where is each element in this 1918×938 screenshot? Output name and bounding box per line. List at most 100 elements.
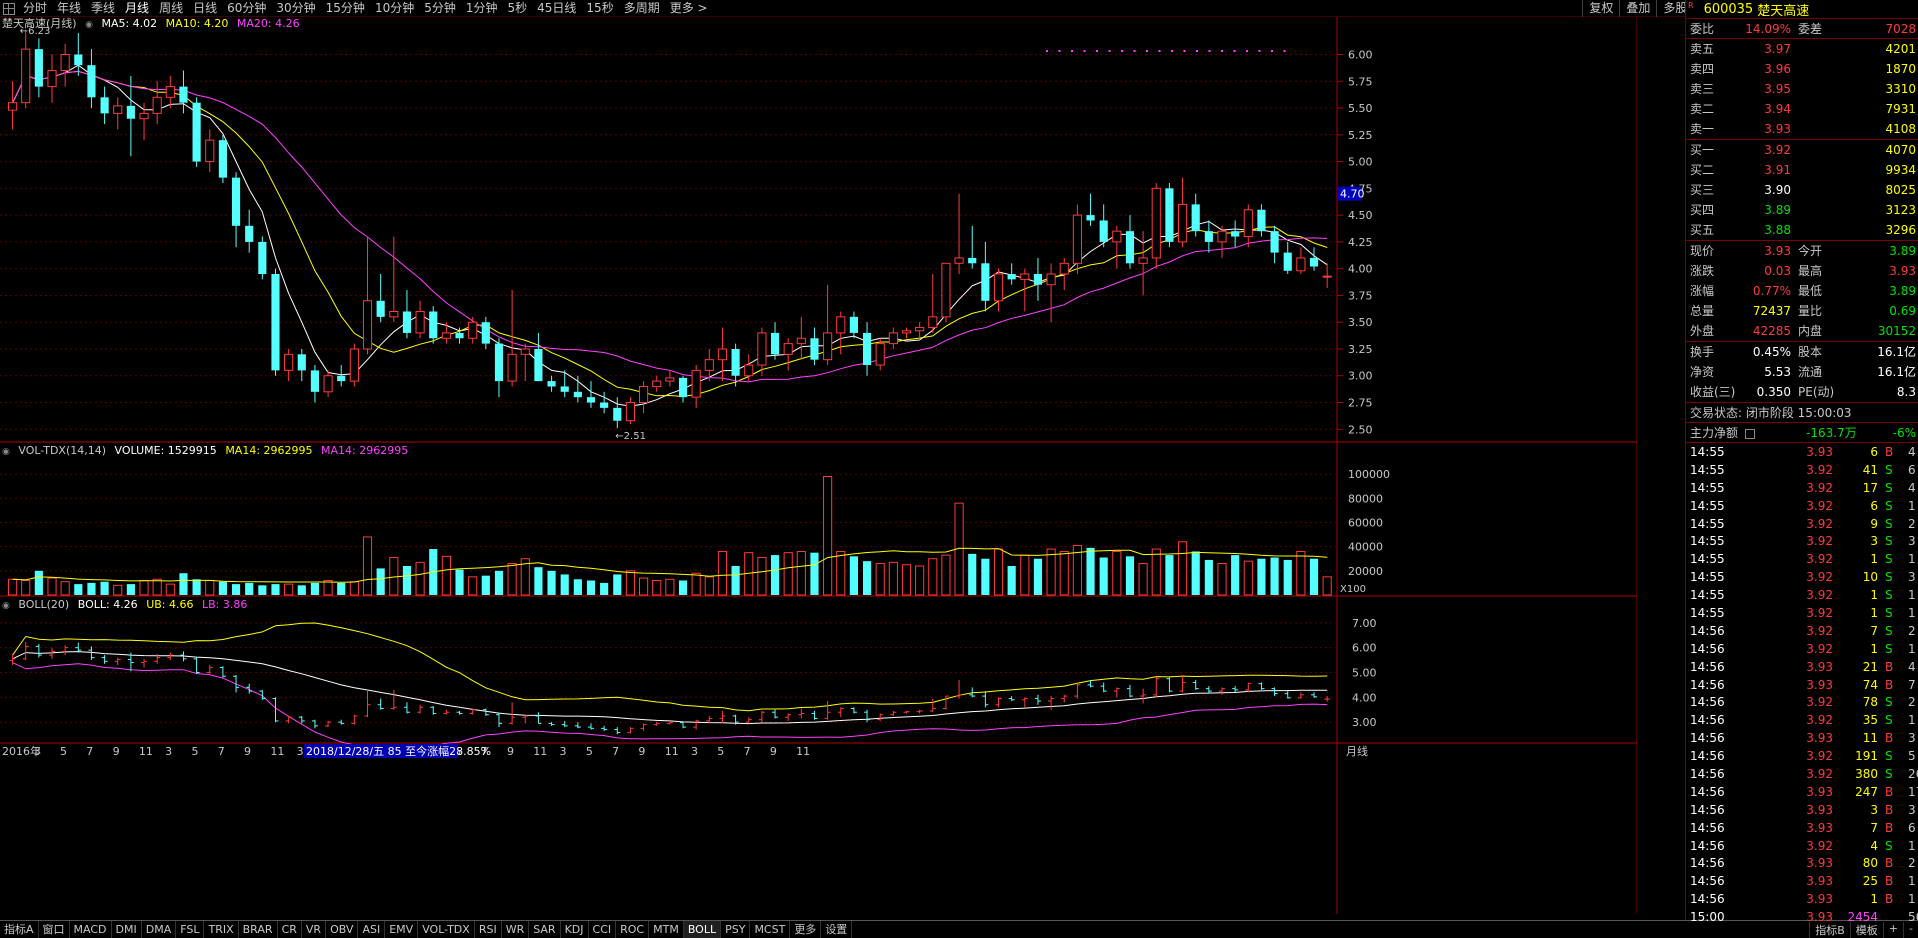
indicator-tab[interactable]: DMA xyxy=(142,921,177,938)
quote-header: R 600035 楚天高速 xyxy=(1686,0,1918,19)
indicator-tab[interactable]: MCST xyxy=(750,921,791,938)
x-axis-label: 9 xyxy=(770,745,777,758)
period-tab[interactable]: 多周期 xyxy=(619,0,665,17)
period-tab[interactable]: 60分钟 xyxy=(222,0,271,17)
settings-icon[interactable]: ◉ xyxy=(2,601,10,611)
bid-row[interactable]: 买一 3.92 4070 xyxy=(1686,140,1918,160)
indicator-tab[interactable]: VOL-TDX xyxy=(418,921,475,938)
period-tab[interactable]: 5秒 xyxy=(503,0,533,17)
bid-row[interactable]: 买三 3.90 8025 xyxy=(1686,180,1918,200)
tick-count: 3 xyxy=(1908,802,1916,817)
indicator-tab[interactable]: BRAR xyxy=(239,921,278,938)
ask-row[interactable]: 卖二 3.94 7931 xyxy=(1686,99,1918,119)
volume-bar-down xyxy=(1270,557,1279,595)
trade-status: 交易状态: 闭市阶段 15:00:03 xyxy=(1686,403,1918,423)
indicator-tab[interactable]: CCI xyxy=(589,921,617,938)
ask-row[interactable]: 卖五 3.97 4201 xyxy=(1686,39,1918,59)
indicator-tab[interactable]: SAR xyxy=(529,921,561,938)
indicator-tab[interactable]: WR xyxy=(502,921,530,938)
period-tab[interactable]: 10分钟 xyxy=(370,0,419,17)
period-tab[interactable]: 日线 xyxy=(188,0,222,17)
stat-value: 30152 xyxy=(1877,324,1916,338)
tick-volume: 7 xyxy=(1870,820,1878,835)
volume-bar-down xyxy=(981,558,990,595)
volume-bar-up xyxy=(21,579,31,596)
tick-price: 3.92 xyxy=(1806,641,1833,656)
indicator-tab[interactable]: MTM xyxy=(649,921,684,938)
indicator-tab[interactable]: RSI xyxy=(475,921,502,938)
candle-body-up xyxy=(941,262,951,318)
indicator-tab[interactable]: 指标A xyxy=(0,921,39,938)
x-axis-label: 11 xyxy=(665,745,679,758)
indicator-tab[interactable]: PSY xyxy=(721,921,751,938)
period-tab[interactable]: 30分钟 xyxy=(271,0,320,17)
toolbar-button[interactable]: 叠加 xyxy=(1619,0,1656,17)
x-axis-label: 5 xyxy=(191,745,198,758)
indicator-tab[interactable]: TRIX xyxy=(204,921,239,938)
tick-time: 14:56 xyxy=(1690,677,1725,692)
ask-book: 卖五 3.97 4201 卖四 3.96 1870 卖三 3.95 3310 卖二 3.94 7931… xyxy=(1686,39,1918,140)
boll-chart-legend: ◉ BOLL(20) BOLL: 4.26 UB: 4.66 LB: 3.86 xyxy=(2,598,252,613)
stat-label: 今开 xyxy=(1798,244,1823,258)
tick-row: 14:55 3.92 6 S 1 xyxy=(1686,497,1918,515)
indicator-tab[interactable]: MACD xyxy=(70,921,112,938)
ask-label: 卖四 xyxy=(1690,62,1715,76)
volume-bar-down xyxy=(337,582,346,595)
period-tab[interactable]: 更多 > xyxy=(665,0,713,17)
settings-icon[interactable]: ◉ xyxy=(85,20,93,30)
bid-row[interactable]: 买五 3.88 3296 xyxy=(1686,220,1918,240)
ub-label: UB: 4.66 xyxy=(146,598,194,611)
kline-chart-svg[interactable]: 6.005.755.505.255.004.754.504.254.003.75… xyxy=(0,17,1637,914)
stat-label: 换手 xyxy=(1690,345,1715,359)
tick-price: 3.92 xyxy=(1806,838,1833,853)
ask-row[interactable]: 卖三 3.95 3310 xyxy=(1686,79,1918,99)
x-axis-label: 3 xyxy=(691,745,698,758)
indicator-tab[interactable]: BOLL xyxy=(683,921,722,938)
dropdown-icon[interactable] xyxy=(1744,428,1755,439)
volume-bar-up xyxy=(993,548,1004,596)
candle-body-down xyxy=(258,241,267,275)
period-tab[interactable]: 45日线 xyxy=(532,0,581,17)
indicator-tab[interactable]: ROC xyxy=(616,921,650,938)
indicator-tab[interactable]: OBV xyxy=(326,921,359,938)
indicator-tab[interactable]: KDJ xyxy=(561,921,589,938)
ask-row[interactable]: 卖四 3.96 1870 xyxy=(1686,59,1918,79)
stock-code: 600035 xyxy=(1703,1,1754,17)
settings-icon[interactable]: ◉ xyxy=(2,447,10,457)
volume-bar-up xyxy=(1138,563,1148,596)
period-tab[interactable]: 年线 xyxy=(52,0,86,17)
toolbar-button[interactable]: 复权 xyxy=(1582,0,1619,17)
volume-chart-legend: ◉ VOL-TDX(14,14) VOLUME: 1529915 MA14: 2… xyxy=(2,444,413,459)
candle-body-down xyxy=(573,391,582,398)
tick-count: 26 xyxy=(1908,767,1918,782)
period-tab[interactable]: 周线 xyxy=(154,0,188,17)
indicator-tab[interactable]: VR xyxy=(302,921,327,938)
indicator-tab[interactable]: 更多 xyxy=(790,921,822,938)
indicator-tab[interactable]: FSL xyxy=(176,921,205,938)
indicator-tab[interactable]: DMI xyxy=(112,921,142,938)
period-tab[interactable]: 季线 xyxy=(86,0,120,17)
tick-time: 14:56 xyxy=(1690,767,1725,782)
ask-row[interactable]: 卖一 3.93 4108 xyxy=(1686,119,1918,139)
indicator-tab[interactable]: 窗口 xyxy=(39,921,70,938)
bid-row[interactable]: 买四 3.89 3123 xyxy=(1686,200,1918,220)
kline-chart-area[interactable]: 6.005.755.505.255.004.754.504.254.003.75… xyxy=(0,17,1637,914)
stat-row: 总量 72437 量比 0.69 xyxy=(1686,301,1918,321)
candle-body-down xyxy=(100,97,109,114)
grid-icon[interactable] xyxy=(3,3,15,15)
period-tab[interactable]: 15秒 xyxy=(581,0,618,17)
period-tab[interactable]: 月线 xyxy=(120,0,154,17)
period-tab[interactable]: 5分钟 xyxy=(419,0,461,17)
tick-volume: 35 xyxy=(1862,713,1878,728)
bid-row[interactable]: 买二 3.91 9934 xyxy=(1686,160,1918,180)
stat-value: 0.03 xyxy=(1764,264,1791,278)
indicator-tab[interactable]: ASI xyxy=(358,921,386,938)
indicator-tab[interactable]: CR xyxy=(278,921,302,938)
r-mark: R xyxy=(1688,0,1694,10)
indicator-tab[interactable]: 设置 xyxy=(821,921,853,938)
period-tab[interactable]: 15分钟 xyxy=(321,0,370,17)
tick-list[interactable]: 14:55 3.93 6 B 4 14:55 3.92 41 S 6 14:55 3.92 17 S 4 14… xyxy=(1686,443,1918,926)
period-tab[interactable]: 分时 xyxy=(18,0,52,17)
indicator-tab[interactable]: EMV xyxy=(385,921,419,938)
period-tab[interactable]: 1分钟 xyxy=(461,0,503,17)
